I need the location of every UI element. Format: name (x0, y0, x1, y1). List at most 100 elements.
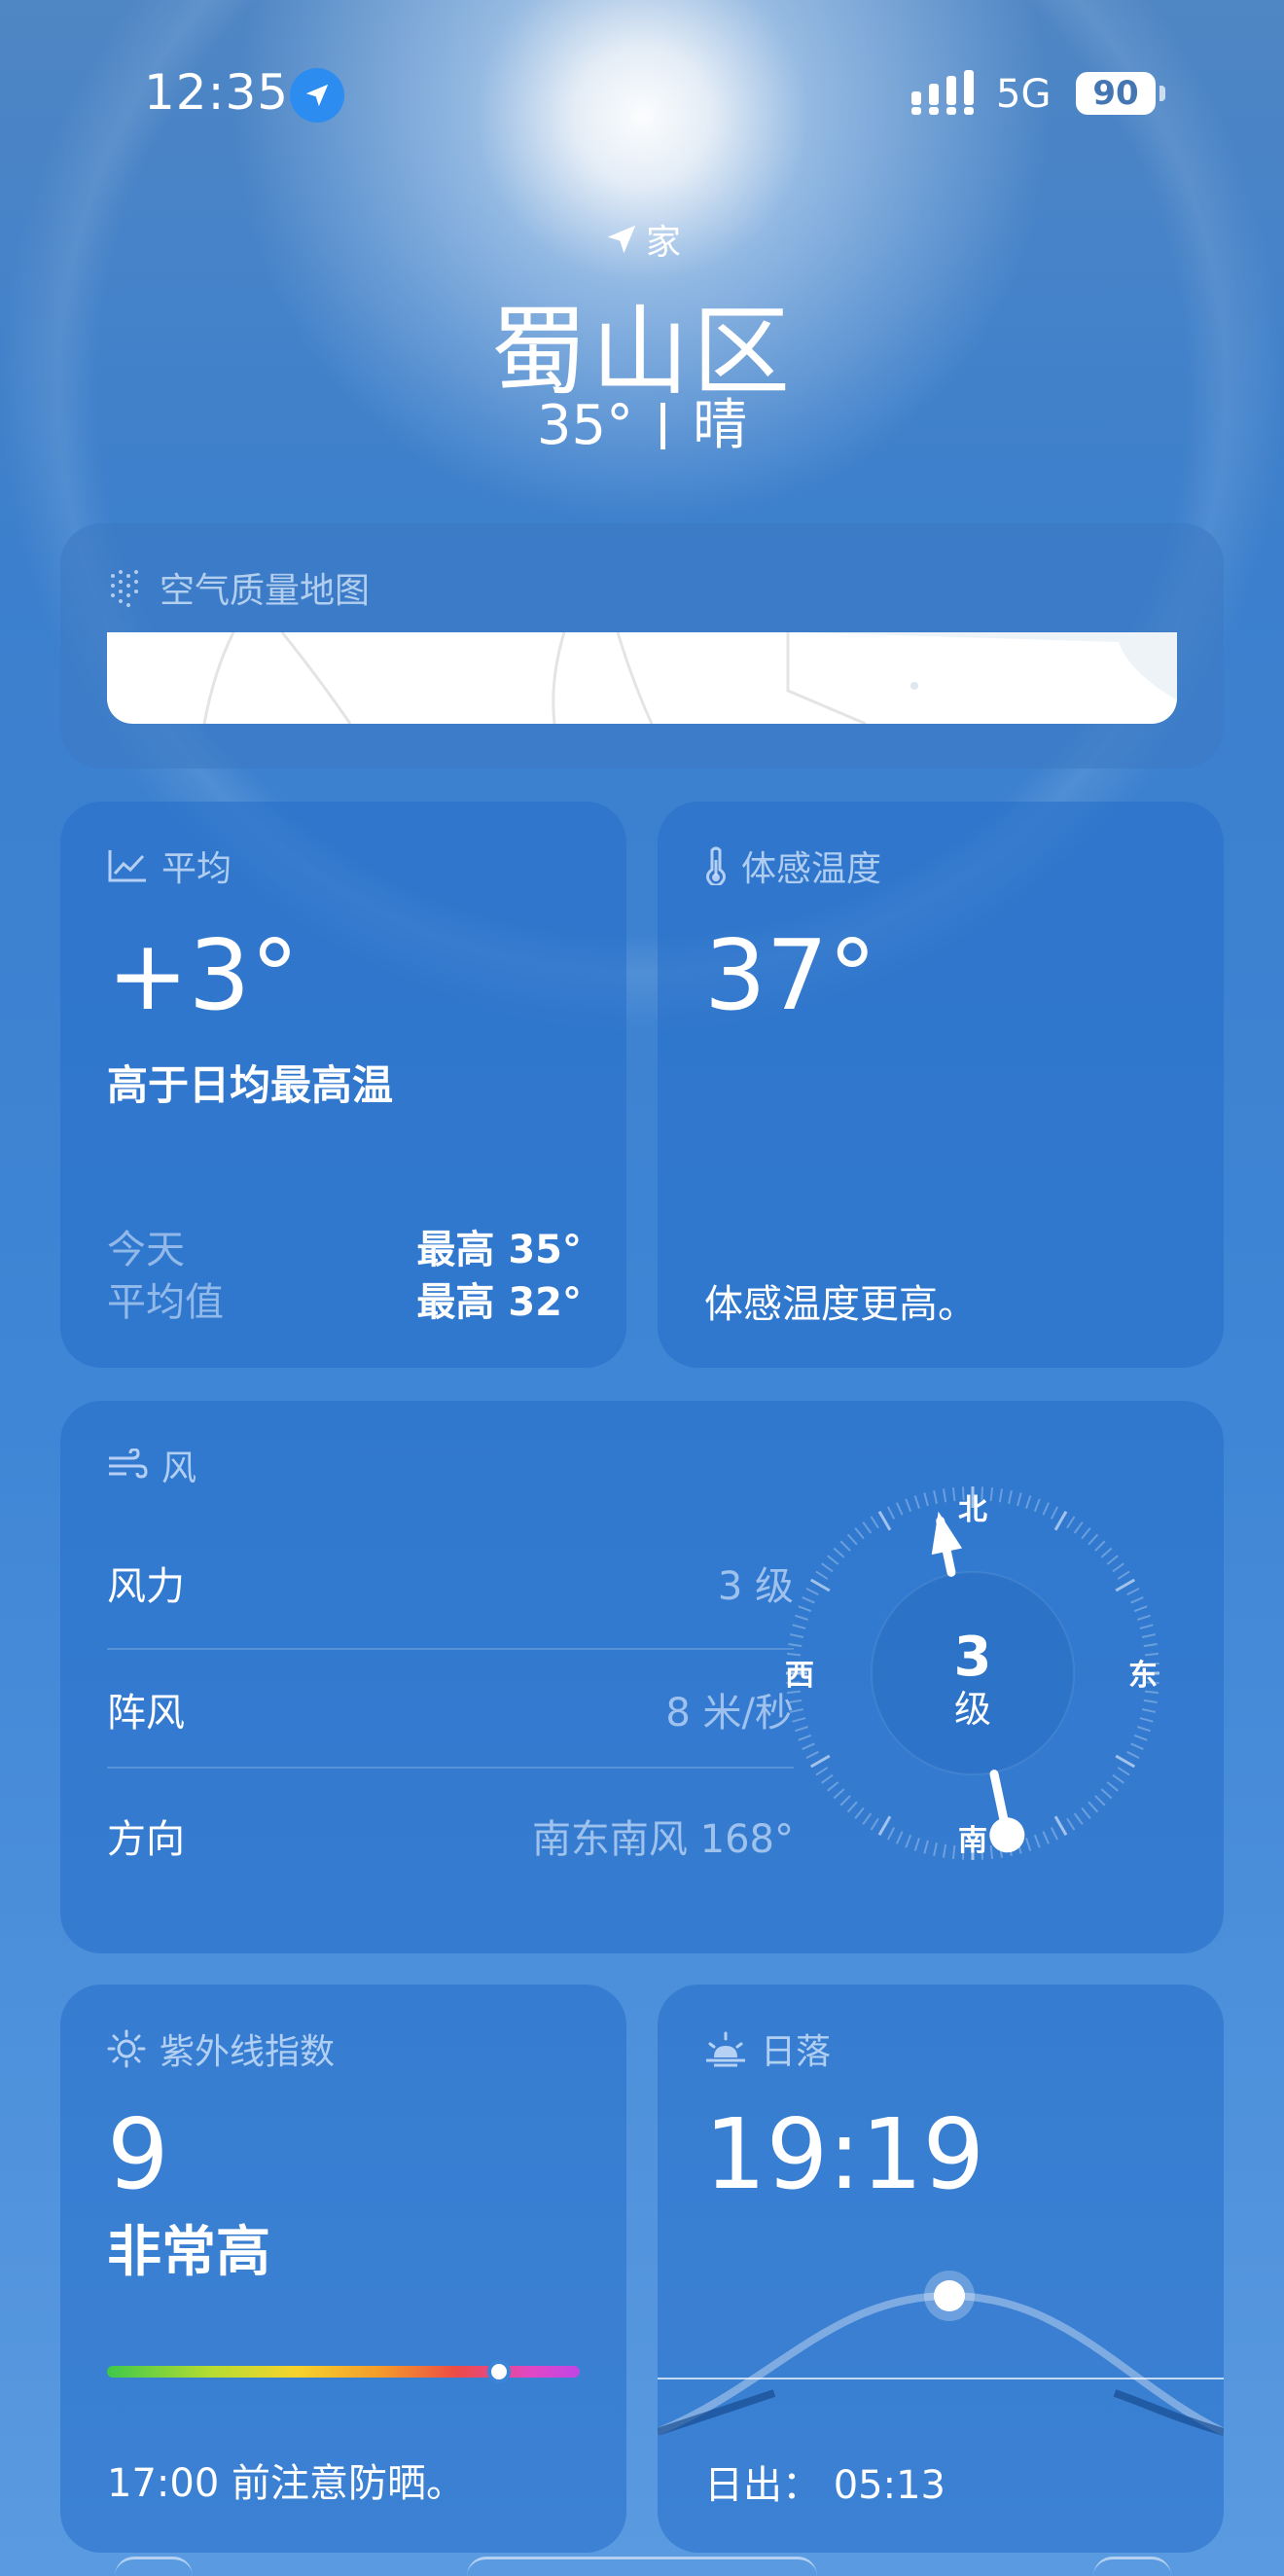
compass-tick (886, 1506, 896, 1520)
home-location-row: 家 (0, 214, 1284, 265)
wind-speed-value: 3 (954, 1626, 992, 1689)
uv-scale-marker (487, 2360, 512, 2383)
compass-tick (815, 1570, 829, 1580)
compass-tick (1136, 1726, 1151, 1733)
compass-tick (1033, 1498, 1041, 1513)
compass-tick (1042, 1502, 1051, 1516)
feels-like-title-label: 体感温度 (741, 849, 882, 889)
compass-tick (839, 1795, 851, 1807)
average-row-normal: 平均值 最高 32° (107, 1270, 582, 1327)
compass-tick (905, 1834, 912, 1848)
wind-row-divider (107, 1767, 794, 1769)
compass-tick (923, 1840, 929, 1854)
feels-like-card[interactable]: 体感温度 37° 体感温度更高。 (658, 802, 1224, 1368)
sunset-icon (706, 2031, 745, 2067)
next-card-edge (115, 2557, 193, 2576)
compass-tick (788, 1699, 802, 1704)
average-temperature-card[interactable]: 平均 +3° 高于日均最高温 今天 最高 35° 平均值 最高 32° (60, 802, 626, 1368)
compass-tick (1117, 1570, 1130, 1580)
compass-tick (942, 1843, 947, 1858)
divider (660, 403, 666, 449)
compass-tick (862, 1521, 873, 1534)
compass-tick (805, 1587, 819, 1596)
compass-tick (989, 1844, 994, 1860)
wind-row-label: 风力 (107, 1564, 185, 1609)
compass-tick (913, 1495, 920, 1510)
average-row-label: 今天 (107, 1228, 185, 1272)
compass-tick (951, 1486, 956, 1502)
wind-row-force: 风力 3 级 (107, 1520, 794, 1646)
compass-tick (846, 1801, 858, 1813)
battery-icon: 90 (1076, 72, 1156, 115)
average-row-today: 今天 最高 35° (107, 1218, 582, 1274)
current-conditions: 35° 晴 (0, 381, 1284, 460)
compass-tick (1073, 1521, 1084, 1534)
compass-tick (933, 1489, 938, 1505)
wind-title-label: 风 (161, 1449, 197, 1488)
compass-tick (1033, 1834, 1041, 1848)
compass-tick (1025, 1837, 1032, 1851)
compass-tick (815, 1767, 829, 1776)
trend-chart-icon (108, 850, 146, 882)
compass-tick (802, 1742, 815, 1751)
compass-tick (839, 1540, 851, 1552)
compass-tick (1141, 1633, 1157, 1638)
compass-tick (1088, 1533, 1099, 1546)
battery-cap (1159, 86, 1165, 101)
wind-row-value: 南东南风 168° (531, 1817, 794, 1862)
compass-tick (805, 1750, 819, 1760)
compass-tick (1100, 1788, 1113, 1800)
sunset-card[interactable]: 日落 19:19 日出： 05:13 (658, 1985, 1224, 2553)
compass-tick (1130, 1742, 1144, 1751)
location-arrow-icon (290, 68, 344, 123)
wind-row-direction: 方向 南东南风 168° (107, 1772, 794, 1899)
compass-east: 东 (1128, 1659, 1158, 1693)
compass-south: 南 (958, 1824, 987, 1858)
compass-tick (809, 1754, 831, 1769)
feels-like-value: 37° (704, 918, 877, 1032)
compass-tick (1094, 1795, 1106, 1807)
air-quality-title-label: 空气质量地图 (160, 571, 371, 611)
current-condition: 晴 (693, 394, 748, 457)
compass-tick (798, 1734, 812, 1741)
uv-index-card[interactable]: 紫外线指数 9 非常高 17:00 前注意防晒。 (60, 1985, 626, 2553)
wind-title: 风 (107, 1440, 196, 1490)
compass-tick (1106, 1781, 1119, 1792)
compass-tick (1139, 1717, 1154, 1723)
next-card-edge (467, 2557, 817, 2576)
air-quality-dots-icon (111, 570, 138, 607)
compass-tick (1081, 1527, 1091, 1540)
compass-tick (846, 1533, 858, 1546)
compass-tick (788, 1642, 802, 1648)
average-row-value: 最高 32° (416, 1280, 582, 1325)
compass-tick (792, 1717, 806, 1723)
air-quality-map[interactable] (107, 632, 1177, 724)
sun-path-chart (658, 2271, 1224, 2436)
wind-row-gust: 阵风 8 米/秒 (107, 1646, 794, 1772)
wind-compass: 北 南 东 西 3 级 (785, 1486, 1159, 1860)
compass-tick (1106, 1555, 1119, 1565)
compass-tick (854, 1527, 865, 1540)
next-card-edge (1093, 2557, 1171, 2576)
average-delta: +3° (107, 918, 300, 1032)
network-type: 5G (996, 72, 1052, 117)
uv-value: 9 (107, 2097, 169, 2211)
compass-tick (1050, 1506, 1059, 1520)
wind-icon (109, 1449, 148, 1479)
compass-tick (1143, 1699, 1158, 1704)
compass-tick (1112, 1562, 1124, 1573)
uv-title: 紫外线指数 (107, 2023, 335, 2074)
compass-tick (886, 1827, 896, 1841)
air-quality-title: 空气质量地图 (107, 562, 370, 613)
compass-tick (1081, 1807, 1091, 1819)
air-quality-map-card[interactable]: 空气质量地图 (60, 523, 1224, 769)
home-label: 家 (645, 223, 681, 263)
compass-tick (1143, 1642, 1158, 1648)
average-row-label: 平均值 (107, 1280, 224, 1325)
compass-tick (1115, 1578, 1136, 1592)
compass-tick (789, 1633, 804, 1638)
sunset-time: 19:19 (704, 2097, 985, 2211)
wind-card[interactable]: 风 风力 3 级 阵风 8 米/秒 方向 南东南风 168° 北 南 东 西 3… (60, 1401, 1224, 1953)
compass-tick (1139, 1624, 1154, 1629)
compass-tick (1126, 1750, 1140, 1760)
